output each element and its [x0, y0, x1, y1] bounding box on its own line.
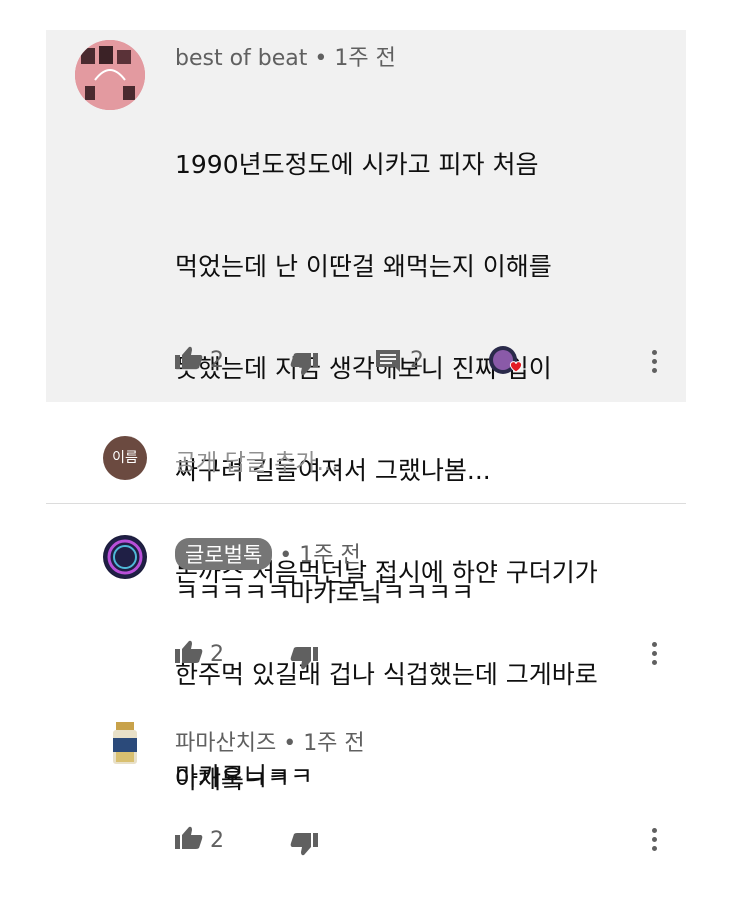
avatar[interactable]	[110, 722, 140, 766]
comment-time: 1주 전	[334, 46, 396, 71]
more-icon[interactable]	[652, 642, 658, 669]
reply-text: ㅋㅋㅋㅋㅋ마카로닠ㅋㅋㅋㅋ	[175, 578, 475, 607]
like-icon[interactable]	[175, 346, 203, 374]
reply-input[interactable]: 공개 답글 추가...	[175, 443, 339, 477]
creator-heart-icon	[488, 344, 528, 384]
comment-line: 한주먹 있길래 겁나 식겁했는데 그게바로	[175, 660, 598, 689]
comment-meta: best of beat • 1주 전	[175, 46, 396, 71]
reply-time: 1주 전	[299, 543, 361, 568]
reply-author[interactable]: 파마산치즈	[175, 731, 276, 756]
avatar[interactable]	[75, 40, 145, 110]
dislike-icon[interactable]	[290, 646, 318, 674]
avatar-initials: 이름	[112, 450, 138, 466]
reply-meta: 파마산치즈 • 1주 전	[175, 731, 365, 756]
more-icon[interactable]	[652, 828, 658, 855]
like-count: 2	[210, 828, 224, 853]
user-avatar: 이름	[103, 436, 147, 480]
like-icon[interactable]	[175, 640, 203, 668]
reply-count: 2	[410, 348, 424, 373]
more-icon[interactable]	[652, 350, 658, 377]
like-count: 2	[210, 348, 224, 373]
reply-author[interactable]: 글로벌톡	[175, 538, 273, 570]
divider	[46, 503, 686, 504]
like-count: 2	[210, 642, 224, 667]
dislike-icon[interactable]	[290, 352, 318, 380]
comment-author[interactable]: best of beat	[175, 46, 307, 71]
dislike-icon[interactable]	[290, 832, 318, 860]
reply-text: 아재욬ㅋㅋ	[175, 765, 291, 794]
reply-time: 1주 전	[303, 731, 365, 756]
like-icon[interactable]	[175, 826, 203, 854]
comment-line: 1990년도정도에 시카고 피자 처음	[175, 150, 539, 179]
avatar[interactable]	[103, 535, 147, 579]
comment-line: 먹었는데 난 이딴걸 왜먹는지 이해를	[175, 252, 552, 281]
reply-meta: 글로벌톡 • 1주 전	[175, 537, 361, 570]
reply-icon[interactable]	[376, 350, 400, 376]
